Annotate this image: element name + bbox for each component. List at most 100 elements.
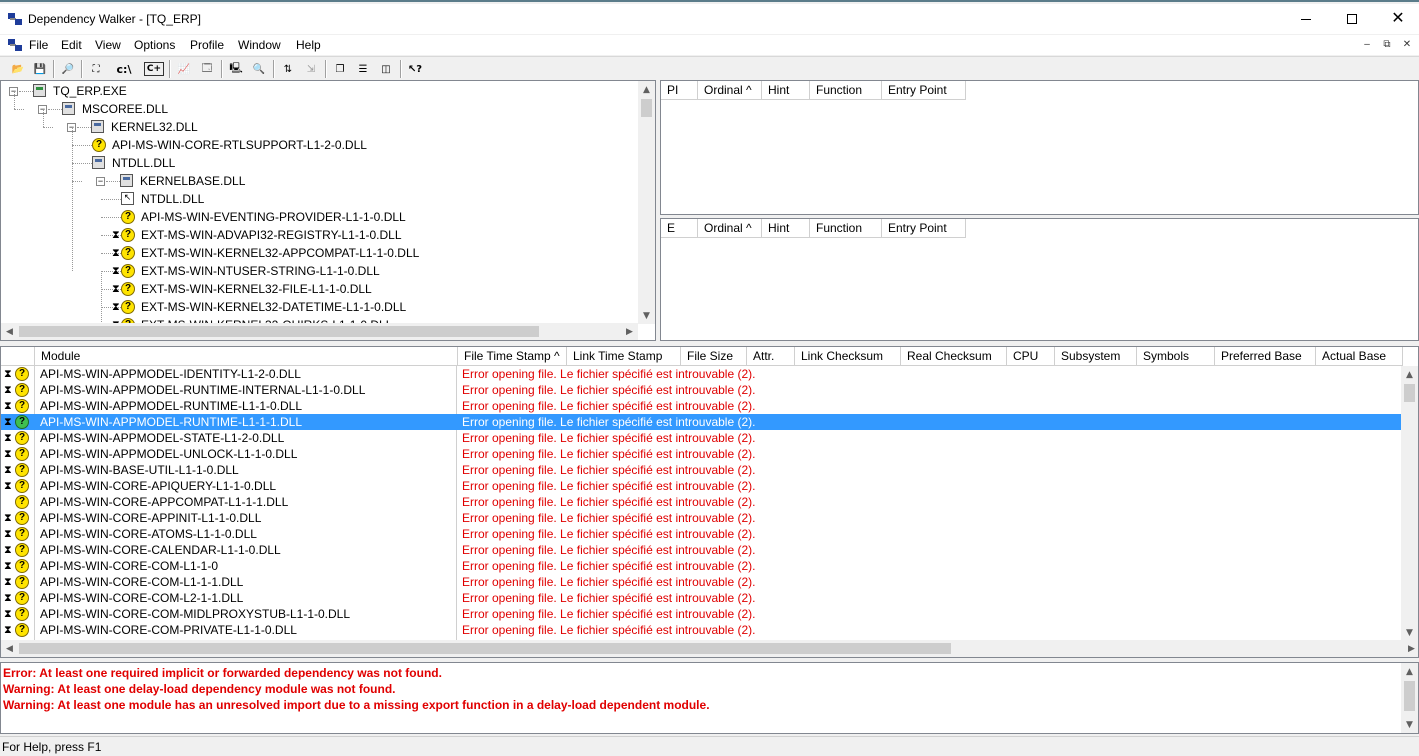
column-header-function[interactable]: Function xyxy=(810,219,882,238)
table-row[interactable]: ⧗? API-MS-WIN-CORE-ATOMS-L1-1-0.DLL Error … xyxy=(1,526,1403,542)
menu-help[interactable]: Help xyxy=(296,38,321,52)
column-header-entry-point[interactable]: Entry Point xyxy=(882,219,966,238)
modules-horizontal-scrollbar[interactable]: ◀ ▶ xyxy=(1,640,1418,657)
tree-node-label[interactable]: TQ_ERP.EXE xyxy=(53,82,127,100)
table-row[interactable]: ⧗? API-MS-WIN-APPMODEL-STATE-L1-2-0.DLL Er… xyxy=(1,430,1403,446)
scroll-thumb[interactable] xyxy=(641,99,652,117)
table-row[interactable]: ⧗? API-MS-WIN-CORE-APPINIT-L1-1-0.DLL Erro… xyxy=(1,510,1403,526)
tree-horizontal-scrollbar[interactable]: ◀ ▶ xyxy=(1,323,638,340)
open-button[interactable]: 📂 xyxy=(8,59,28,79)
log-vertical-scrollbar[interactable]: ▲ ▼ xyxy=(1401,663,1418,733)
mdi-minimize-button[interactable]: – xyxy=(1359,38,1375,52)
tree-node-label[interactable]: EXT-MS-WIN-KERNEL32-FILE-L1-1-0.DLL xyxy=(141,280,372,298)
column-header-link-checksum[interactable]: Link Checksum xyxy=(795,347,901,366)
scroll-right-icon[interactable]: ▶ xyxy=(621,323,638,340)
menu-window[interactable]: Window xyxy=(238,38,281,52)
scroll-up-icon[interactable]: ▲ xyxy=(1401,663,1418,680)
tree-node-label[interactable]: EXT-MS-WIN-KERNEL32-APPCOMPAT-L1-1-0.DLL xyxy=(141,244,419,262)
column-header-module[interactable]: Module xyxy=(35,347,458,366)
scroll-left-icon[interactable]: ◀ xyxy=(1,323,18,340)
menu-file[interactable]: File xyxy=(29,38,48,52)
scroll-thumb[interactable] xyxy=(19,643,951,654)
exports-pane[interactable]: E Ordinal ^ Hint Function Entry Point xyxy=(660,218,1419,341)
menu-options[interactable]: Options xyxy=(134,38,175,52)
column-header-e[interactable]: E xyxy=(661,219,698,238)
tile-horizontal-button[interactable]: ☰ xyxy=(353,59,373,79)
close-button[interactable]: ✕ xyxy=(1375,4,1419,34)
scroll-thumb[interactable] xyxy=(1404,384,1415,402)
copy-button[interactable]: 🔎 xyxy=(58,59,78,79)
scroll-down-icon[interactable]: ▼ xyxy=(1401,624,1418,641)
undecorate-cpp-button[interactable]: C+ xyxy=(144,62,164,76)
parent-imports-pane[interactable]: PI Ordinal ^ Hint Function Entry Point xyxy=(660,80,1419,215)
tree-node-label[interactable]: API-MS-WIN-CORE-RTLSUPPORT-L1-2-0.DLL xyxy=(112,136,367,154)
table-row[interactable]: ⧗? API-MS-WIN-CORE-CALENDAR-L1-1-0.DLL Err… xyxy=(1,542,1403,558)
table-row[interactable]: ⧗? API-MS-WIN-CORE-COM-L2-1-1.DLL Error op… xyxy=(1,590,1403,606)
table-row[interactable]: ⧗? API-MS-WIN-CORE-COM-L1-1-1.DLL Error op… xyxy=(1,574,1403,590)
table-row[interactable]: ⧗? API-MS-WIN-APPMODEL-RUNTIME-L1-1-0.DLL… xyxy=(1,398,1403,414)
save-button[interactable]: 💾 xyxy=(30,59,50,79)
mdi-child-icon[interactable] xyxy=(8,39,22,51)
table-row[interactable]: ⧗? API-MS-WIN-CORE-APIQUERY-L1-1-0.DLL Err… xyxy=(1,478,1403,494)
scroll-down-icon[interactable]: ▼ xyxy=(1401,716,1418,733)
collapse-button[interactable]: ⇲ xyxy=(301,59,321,79)
scroll-down-icon[interactable]: ▼ xyxy=(638,307,655,324)
view-full-paths-button[interactable]: c:\ xyxy=(114,59,134,79)
log-pane[interactable]: Error: At least one required implicit or… xyxy=(0,662,1419,734)
column-header-preferred-base[interactable]: Preferred Base xyxy=(1215,347,1316,366)
column-header-subsystem[interactable]: Subsystem xyxy=(1055,347,1137,366)
menu-profile[interactable]: Profile xyxy=(190,38,224,52)
column-header-hint[interactable]: Hint xyxy=(762,219,810,238)
tree-node-label[interactable]: API-MS-WIN-EVENTING-PROVIDER-L1-1-0.DLL xyxy=(141,208,406,226)
system-info-button[interactable]: 🖳 xyxy=(226,59,246,79)
column-header-ordinal[interactable]: Ordinal ^ xyxy=(698,81,762,100)
tree-node-label[interactable]: EXT-MS-WIN-ADVAPI32-REGISTRY-L1-1-0.DLL xyxy=(141,226,402,244)
scroll-up-icon[interactable]: ▲ xyxy=(1401,366,1418,383)
module-tree-pane[interactable]: − TQ_ERP.EXE − MSCOREE.DLL − KERNEL32.DLL? API… xyxy=(0,80,656,341)
table-row[interactable]: ⧗? API-MS-WIN-APPMODEL-RUNTIME-L1-1-1.DLL… xyxy=(1,414,1403,430)
view-module-button[interactable]: 🔍 xyxy=(249,59,269,79)
tree-node-label[interactable]: KERNELBASE.DLL xyxy=(140,172,245,190)
sort-button[interactable]: ⇅ xyxy=(278,59,298,79)
column-header-pi[interactable]: PI xyxy=(661,81,698,100)
cascade-button[interactable]: ❐ xyxy=(330,59,350,79)
column-header-real-checksum[interactable]: Real Checksum xyxy=(901,347,1007,366)
column-header-ordinal[interactable]: Ordinal ^ xyxy=(698,219,762,238)
menu-view[interactable]: View xyxy=(95,38,121,52)
column-header-entry-point[interactable]: Entry Point xyxy=(882,81,966,100)
column-header-icon[interactable] xyxy=(1,347,35,366)
modules-vertical-scrollbar[interactable]: ▲ ▼ xyxy=(1401,366,1418,641)
tree-node-label[interactable]: NTDLL.DLL xyxy=(141,190,204,208)
tile-vertical-button[interactable]: ◫ xyxy=(376,59,396,79)
scroll-thumb[interactable] xyxy=(1404,681,1415,711)
properties-button[interactable]: 🗔 xyxy=(197,59,217,79)
mdi-close-button[interactable]: ✕ xyxy=(1399,38,1415,52)
scroll-right-icon[interactable]: ▶ xyxy=(1403,640,1418,657)
column-header-file-time-stamp[interactable]: File Time Stamp ^ xyxy=(458,347,567,366)
table-row[interactable]: ⧗? API-MS-WIN-APPMODEL-IDENTITY-L1-2-0.DL… xyxy=(1,366,1403,382)
table-row[interactable]: ? API-MS-WIN-CORE-APPCOMPAT-L1-1-1.DLL Err… xyxy=(1,494,1403,510)
menu-edit[interactable]: Edit xyxy=(61,38,82,52)
column-header-file-size[interactable]: File Size xyxy=(681,347,747,366)
column-header-attr[interactable]: Attr. xyxy=(747,347,795,366)
maximize-button[interactable] xyxy=(1329,4,1375,34)
column-header-cpu[interactable]: CPU xyxy=(1007,347,1055,366)
table-row[interactable]: ⧗? API-MS-WIN-CORE-COM-PRIVATE-L1-1-0.DLL… xyxy=(1,622,1403,638)
table-row[interactable]: ⧗? API-MS-WIN-CORE-COM-MIDLPROXYSTUB-L1-1… xyxy=(1,606,1403,622)
table-row[interactable]: ⧗? API-MS-WIN-CORE-COM-L1-1-0 Error openin… xyxy=(1,558,1403,574)
table-row[interactable]: ⧗? API-MS-WIN-APPMODEL-UNLOCK-L1-1-0.DLL E… xyxy=(1,446,1403,462)
tree-node-label[interactable]: NTDLL.DLL xyxy=(112,154,175,172)
scroll-up-icon[interactable]: ▲ xyxy=(638,81,655,98)
tree-node-label[interactable]: MSCOREE.DLL xyxy=(82,100,168,118)
column-header-hint[interactable]: Hint xyxy=(762,81,810,100)
tree-vertical-scrollbar[interactable]: ▲ ▼ xyxy=(638,81,655,324)
tree-collapse-icon[interactable]: − xyxy=(96,177,105,186)
column-header-actual-base[interactable]: Actual Base xyxy=(1316,347,1403,366)
tree-node-label[interactable]: KERNEL32.DLL xyxy=(111,118,198,136)
auto-expand-button[interactable]: 📈 xyxy=(174,59,194,79)
column-header-function[interactable]: Function xyxy=(810,81,882,100)
column-header-symbols[interactable]: Symbols xyxy=(1137,347,1215,366)
full-paths-button[interactable]: ⛶ xyxy=(86,59,106,79)
column-header-link-time-stamp[interactable]: Link Time Stamp xyxy=(567,347,681,366)
scroll-left-icon[interactable]: ◀ xyxy=(1,640,18,657)
